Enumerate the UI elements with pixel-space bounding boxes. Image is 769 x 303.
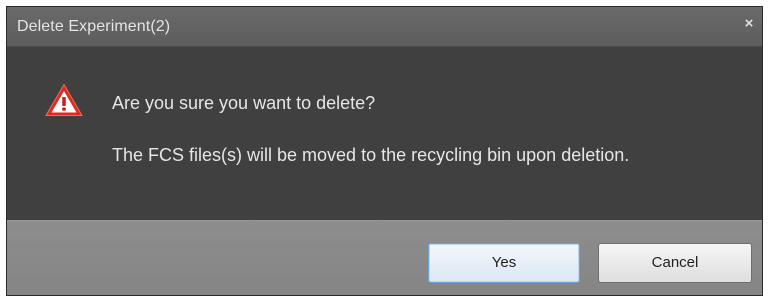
yes-button[interactable]: Yes (428, 243, 580, 283)
close-icon[interactable]: × (740, 15, 758, 33)
cancel-button[interactable]: Cancel (598, 243, 752, 283)
warning-triangle-icon (45, 83, 83, 116)
dialog-message-area: Are you sure you want to delete? The FCS… (7, 47, 762, 220)
confirm-question: Are you sure you want to delete? (112, 93, 376, 113)
delete-experiment-dialog: Delete Experiment(2) × Are you sure you … (6, 6, 763, 296)
dialog-button-bar: Yes Cancel (7, 220, 762, 295)
dialog-title: Delete Experiment(2) (17, 18, 171, 35)
deletion-info-text: The FCS files(s) will be moved to the re… (112, 145, 630, 165)
dialog-title-bar[interactable]: Delete Experiment(2) × (7, 7, 762, 47)
